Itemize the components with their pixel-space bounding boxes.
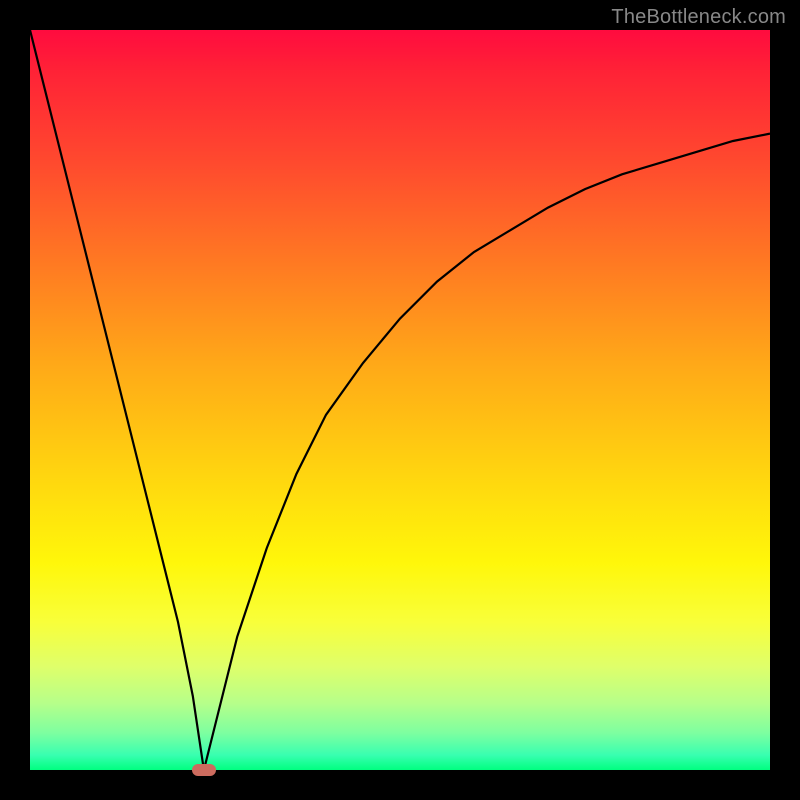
watermark-text: TheBottleneck.com [611,6,786,29]
bottleneck-curve [30,30,770,770]
plot-area [30,30,770,770]
chart-frame: TheBottleneck.com [0,0,800,800]
curve-svg [30,30,770,770]
optimum-marker [192,764,216,776]
